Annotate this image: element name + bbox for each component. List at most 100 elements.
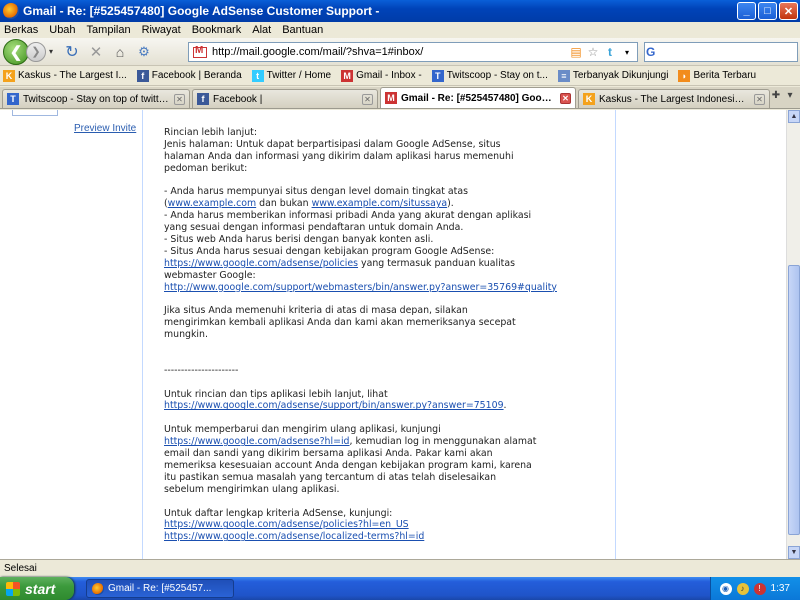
message-text: memeriksa kesesuaian account Anda dengan…	[164, 459, 532, 471]
message-text: dan bukan	[256, 198, 312, 210]
maximize-button[interactable]: □	[758, 2, 777, 20]
new-tab-icon[interactable]: ✚	[769, 90, 783, 101]
message-text: - Anda harus memberikan informasi pribad…	[164, 210, 532, 222]
tab-active[interactable]: M Gmail - Re: [#525457480] Goog... ✕	[380, 87, 576, 108]
bookmark-item[interactable]: ◗ Berita Terbaru	[678, 69, 757, 82]
search-box[interactable]: G	[644, 42, 798, 62]
message-line: https://www.google.com/adsense?hl=id, ke…	[164, 436, 604, 448]
rss-feed-icon[interactable]: ▤	[569, 45, 583, 59]
start-button[interactable]: start	[0, 577, 74, 600]
tab-close-icon[interactable]: ✕	[560, 92, 571, 104]
menu-berkas[interactable]: Berkas	[4, 24, 38, 36]
menu-alat[interactable]: Alat	[252, 24, 271, 36]
window-titlebar[interactable]: Gmail - Re: [#525457480] Google AdSense …	[0, 0, 800, 22]
message-text: halaman Anda dan informasi yang dikirim …	[164, 150, 514, 162]
bookmark-label: Twitscoop - Stay on t...	[446, 70, 548, 81]
bookmark-item[interactable]: T Twitscoop - Stay on t...	[431, 69, 548, 82]
clock: 1:37	[770, 583, 790, 594]
windows-taskbar: start Gmail - Re: [#525457... ◉ ♪ ! 1:37	[0, 577, 800, 600]
addon-icon[interactable]: ⚙	[132, 41, 156, 63]
tab-close-icon[interactable]: ✕	[174, 93, 185, 105]
message-line: memeriksa kesesuaian account Anda dengan…	[164, 460, 604, 472]
message-text: itu pastikan semua masalah yang tercantu…	[164, 471, 497, 483]
message-text: - Situs Anda harus sesuai dengan kebijak…	[164, 245, 495, 257]
twitter-addon-icon[interactable]: t	[603, 45, 617, 59]
bookmark-star-icon[interactable]: ☆	[586, 45, 600, 59]
minimize-button[interactable]: _	[737, 2, 756, 20]
message-line: itu pastikan semua masalah yang tercantu…	[164, 472, 604, 484]
message-link[interactable]: http://www.google.com/support/webmasters…	[164, 282, 557, 293]
facebook-icon: f	[197, 93, 209, 105]
tab-list-icon[interactable]: ▾	[783, 90, 797, 101]
kaskus-icon: K	[3, 69, 15, 82]
message-link[interactable]: https://www.google.com/adsense?hl=id	[164, 436, 350, 447]
security-icon[interactable]: !	[753, 582, 766, 595]
tab-close-icon[interactable]: ✕	[362, 93, 373, 105]
message-text: yang termasuk panduan kualitas	[358, 257, 515, 269]
preview-invite-link[interactable]: Preview Invite	[74, 123, 136, 134]
tab-item[interactable]: T Twitscoop - Stay on top of twitter! - S…	[2, 89, 190, 108]
google-search-engine-icon[interactable]: G	[646, 43, 656, 61]
message-line: pedoman berikut:	[164, 163, 604, 175]
reload-icon[interactable]: ↻	[60, 41, 84, 63]
message-text: sebelum mengirimkan ulang aplikasi.	[164, 483, 340, 495]
message-line: Rincian lebih lanjut:	[164, 127, 604, 139]
bookmark-item[interactable]: f Facebook | Beranda	[136, 69, 242, 82]
bookmark-item[interactable]: t Twitter / Home	[251, 69, 332, 82]
menu-tampilan[interactable]: Tampilan	[87, 24, 131, 36]
message-text: Rincian lebih lanjut:	[164, 127, 258, 138]
tab-close-icon[interactable]: ✕	[754, 93, 765, 105]
url-input[interactable]	[212, 46, 569, 58]
close-button[interactable]: ✕	[779, 2, 798, 20]
bookmark-label: Twitter / Home	[266, 70, 332, 81]
bookmark-item[interactable]: ≡ Terbanyak Dikunjungi	[557, 69, 668, 82]
message-link[interactable]: https://www.google.com/adsense/policies?…	[164, 519, 409, 530]
firefox-icon	[92, 582, 104, 595]
address-bar[interactable]: ▤ ☆ t ▾	[188, 42, 638, 62]
message-body: Rincian lebih lanjut: Jenis halaman: Untu…	[164, 127, 604, 543]
menu-bookmark[interactable]: Bookmark	[192, 24, 242, 36]
message-line	[164, 353, 604, 365]
bookmark-item[interactable]: M Gmail - Inbox -	[341, 69, 422, 82]
scroll-down-icon[interactable]: ▼	[788, 546, 800, 559]
scrollbar-thumb[interactable]	[788, 265, 800, 535]
invite-box	[12, 110, 58, 116]
menu-riwayat[interactable]: Riwayat	[142, 24, 181, 36]
message-line	[164, 412, 604, 424]
scroll-up-icon[interactable]: ▲	[788, 110, 800, 123]
bookmark-item[interactable]: K Kaskus - The Largest I...	[3, 69, 127, 82]
volume-icon[interactable]: ♪	[736, 582, 749, 595]
history-dropdown-icon[interactable]: ▾	[46, 41, 56, 63]
gmail-favicon-icon	[193, 45, 207, 58]
taskbar-item-gmail[interactable]: Gmail - Re: [#525457...	[86, 579, 234, 598]
taskbar-item-label: Gmail - Re: [#525457...	[108, 583, 212, 594]
tab-item[interactable]: f Facebook | ✕	[192, 89, 378, 108]
vertical-scrollbar[interactable]: ▲ ▼	[786, 110, 800, 559]
stop-icon[interactable]: ✕	[84, 41, 108, 63]
home-icon[interactable]: ⌂	[108, 41, 132, 63]
tab-item[interactable]: K Kaskus - The Largest Indonesian Com... ✕	[578, 89, 770, 108]
forward-button[interactable]: ❯	[26, 41, 46, 62]
message-line: - Anda harus mempunyai situs dengan leve…	[164, 186, 604, 198]
message-text: - Anda harus mempunyai situs dengan leve…	[164, 186, 468, 198]
message-line: Untuk memperbarui dan mengirim ulang apl…	[164, 424, 604, 436]
menu-ubah[interactable]: Ubah	[49, 24, 75, 36]
status-bar: Selesai	[0, 559, 800, 577]
navigation-toolbar: ❮ ❯ ▾ ↻ ✕ ⌂ ⚙ ▤ ☆ t ▾ G	[0, 38, 800, 66]
menu-bantuan[interactable]: Bantuan	[282, 24, 323, 36]
message-line	[164, 293, 604, 305]
message-line: - Anda harus memberikan informasi pribad…	[164, 210, 604, 222]
search-input[interactable]	[655, 46, 798, 58]
message-text: mengirimkan kembali aplikasi Anda dan ka…	[164, 317, 516, 329]
bookmark-label: Berita Terbaru	[693, 70, 757, 81]
message-link[interactable]: www.example.com	[168, 198, 256, 209]
tab-controls: ✚ ▾	[769, 90, 797, 101]
message-link[interactable]: https://www.google.com/adsense/support/b…	[164, 400, 504, 411]
message-line: https://www.google.com/adsense/policies?…	[164, 519, 604, 531]
network-icon[interactable]: ◉	[719, 582, 732, 595]
message-link[interactable]: https://www.google.com/adsense/policies	[164, 258, 358, 269]
facebook-icon: f	[136, 69, 149, 82]
message-link[interactable]: https://www.google.com/adsense/localized…	[164, 531, 424, 542]
url-dropdown-icon[interactable]: ▾	[620, 48, 634, 57]
message-link[interactable]: www.example.com/situssaya	[312, 198, 448, 209]
